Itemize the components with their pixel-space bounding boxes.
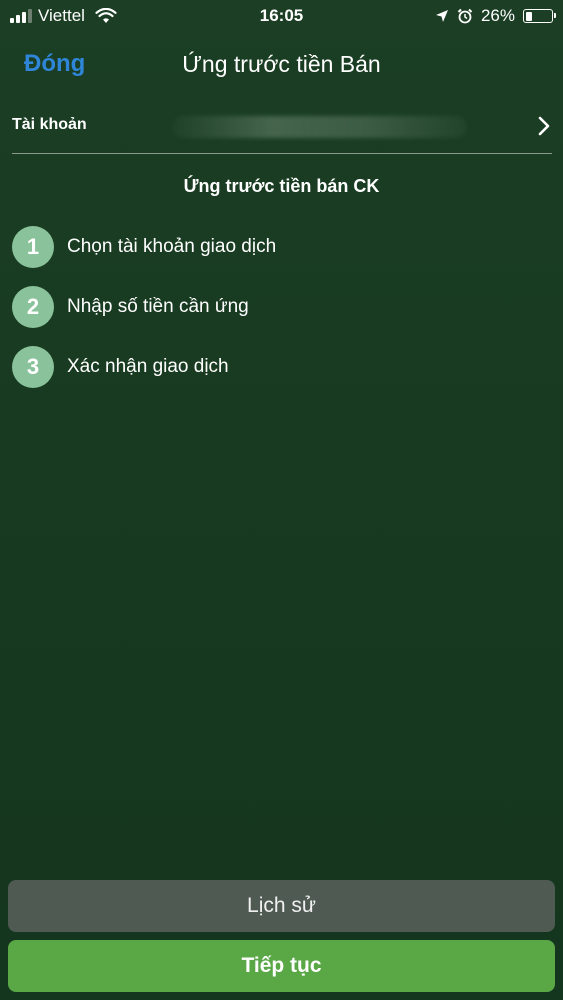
account-value-blurred	[172, 116, 467, 138]
navigation-bar: Đóng Ứng trước tiền Bán	[0, 40, 563, 90]
step-item: 3 Xác nhận giao dịch	[12, 346, 552, 406]
status-bar: Viettel 16:05 26%	[0, 0, 563, 34]
step-label: Nhập số tiền cần ứng	[67, 296, 249, 317]
app-screen: Viettel 16:05 26% Đóng Ứng trước tiền Bá…	[0, 0, 563, 1000]
battery-level-fill	[525, 11, 532, 21]
step-item: 1 Chọn tài khoản giao dịch	[12, 226, 552, 286]
continue-button[interactable]: Tiếp tục	[8, 940, 555, 992]
page-title: Ứng trước tiền Bán	[182, 51, 381, 77]
alarm-clock-icon	[457, 8, 473, 24]
step-label: Chọn tài khoản giao dịch	[67, 236, 277, 257]
account-label: Tài khoản	[12, 116, 87, 133]
step-number-badge: 2	[12, 286, 54, 328]
step-label: Xác nhận giao dịch	[67, 356, 229, 377]
history-button[interactable]: Lịch sử	[8, 880, 555, 932]
step-number-badge: 3	[12, 346, 54, 388]
location-arrow-icon	[435, 10, 448, 22]
step-item: 2 Nhập số tiền cần ứng	[12, 286, 552, 346]
steps-list: 1 Chọn tài khoản giao dịch 2 Nhập số tiề…	[12, 226, 552, 406]
chevron-right-icon	[538, 116, 550, 136]
account-selector[interactable]: Tài khoản	[12, 104, 552, 154]
status-right: 26%	[435, 6, 556, 26]
battery-percent: 26%	[480, 6, 515, 25]
step-number-badge: 1	[12, 226, 54, 268]
battery-icon	[523, 9, 556, 23]
section-title: Ứng trước tiền bán CK	[183, 176, 380, 196]
